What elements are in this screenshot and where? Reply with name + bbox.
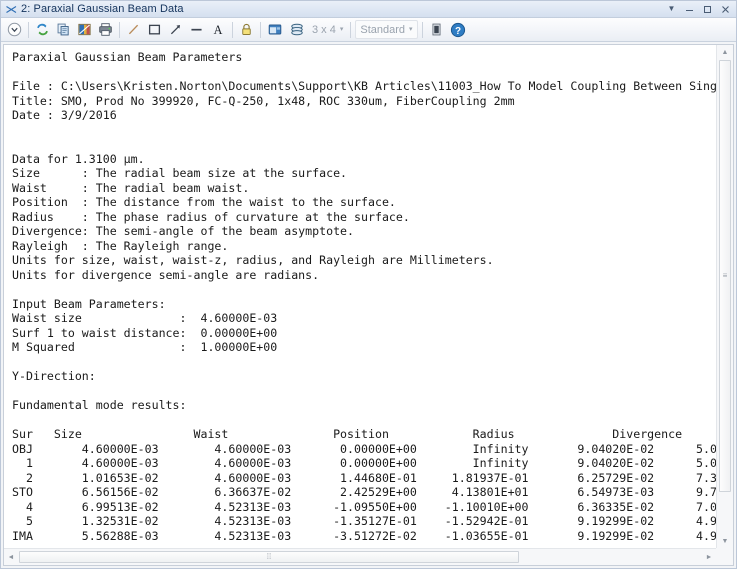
- toolbar-separator: [232, 22, 233, 38]
- report-text-pane[interactable]: Paraxial Gaussian Beam Parameters File :…: [4, 45, 716, 548]
- image-export-button[interactable]: [426, 19, 447, 40]
- scroll-down-button[interactable]: ▼: [717, 534, 733, 548]
- help-button[interactable]: ?: [447, 19, 469, 40]
- chevron-down-icon: ▾: [409, 26, 413, 33]
- dropdown-chevron-button[interactable]: [4, 19, 25, 40]
- crossed-rays-icon: [5, 3, 18, 16]
- toolbar-separator: [350, 22, 351, 38]
- toolbar-separator: [260, 22, 261, 38]
- scroll-right-button[interactable]: ►: [702, 549, 716, 565]
- window-toolbar: A 3 x 4 ▾: [1, 18, 736, 42]
- horizontal-scrollbar-thumb[interactable]: ⁞⁞: [19, 551, 519, 563]
- svg-text:A: A: [214, 23, 223, 37]
- grid-size-dropdown[interactable]: 3 x 4 ▾: [308, 20, 347, 39]
- toolbar-separator: [28, 22, 29, 38]
- grid-size-label: 3 x 4: [312, 24, 336, 36]
- window-menu-caret-icon[interactable]: ▼: [663, 2, 680, 17]
- paraxial-gaussian-beam-data-window: 2: Paraxial Gaussian Beam Data ▼: [0, 0, 737, 569]
- close-button[interactable]: [717, 2, 734, 17]
- scroll-left-button[interactable]: ◄: [4, 549, 18, 565]
- printer-button[interactable]: [95, 19, 116, 40]
- layers-icon[interactable]: [286, 19, 308, 40]
- minus-icon[interactable]: [186, 19, 207, 40]
- horizontal-scrollbar[interactable]: ◄ ⁞⁞ ►: [4, 548, 716, 565]
- window-title: 2: Paraxial Gaussian Beam Data: [21, 3, 184, 16]
- window-titlebar[interactable]: 2: Paraxial Gaussian Beam Data ▼: [1, 1, 736, 18]
- svg-text:?: ?: [454, 26, 460, 37]
- maximize-button[interactable]: [699, 2, 716, 17]
- diagonal-line-icon[interactable]: [123, 19, 144, 40]
- arrow-icon[interactable]: [165, 19, 186, 40]
- scrollbar-grip-icon: ⁞⁞: [267, 553, 271, 561]
- square-icon[interactable]: [144, 19, 165, 40]
- letter-a-icon[interactable]: A: [207, 19, 229, 40]
- minimize-button[interactable]: [681, 2, 698, 17]
- toolbar-separator: [422, 22, 423, 38]
- lock-icon[interactable]: [236, 19, 257, 40]
- toolbar-separator: [119, 22, 120, 38]
- refresh-button[interactable]: [32, 19, 53, 40]
- style-preset-label: Standard: [360, 24, 405, 36]
- style-preset-dropdown[interactable]: Standard ▾: [355, 20, 417, 39]
- window-controls: ▼: [663, 2, 734, 17]
- save-disk-button[interactable]: [74, 19, 95, 40]
- copy-button[interactable]: [53, 19, 74, 40]
- vertical-scrollbar[interactable]: ▲ ≡ ▼: [716, 45, 733, 548]
- scroll-up-button[interactable]: ▲: [717, 45, 733, 59]
- report-client-area: Paraxial Gaussian Beam Parameters File :…: [3, 44, 734, 566]
- vertical-scrollbar-thumb[interactable]: ≡: [719, 60, 731, 492]
- report-text: Paraxial Gaussian Beam Parameters File :…: [4, 45, 716, 543]
- scrollbar-grip-icon: ≡: [723, 272, 728, 280]
- chevron-down-icon: ▾: [340, 26, 344, 33]
- scrollbar-corner: [716, 548, 733, 565]
- window-icon[interactable]: [264, 19, 286, 40]
